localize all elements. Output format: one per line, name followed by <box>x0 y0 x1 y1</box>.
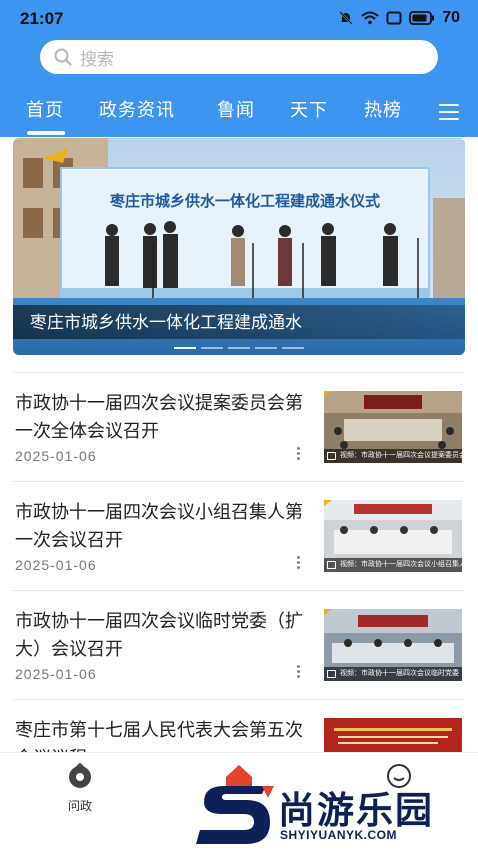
active-tab-indicator <box>27 131 65 135</box>
search-input[interactable]: 搜索 <box>40 40 438 74</box>
tab-world[interactable]: 天下 <box>290 96 328 122</box>
news-title: 市政协十一届四次会议提案委员会第一次全体会议召开 <box>15 393 303 441</box>
news-date: 2025-01-06 <box>15 448 97 464</box>
battery-level: 70 <box>442 9 460 26</box>
thumbnail-caption: 视频：市政协十一届四次会议提案委员会... <box>324 449 462 463</box>
carousel-dot <box>174 347 196 349</box>
status-time: 21:07 <box>20 9 64 28</box>
video-icon <box>327 561 336 569</box>
watermark-url: SHYIYUANYK.COM <box>280 828 398 842</box>
app-screen: 21:07 70 搜索 首页 政务资讯 鲁闻 天下 热榜 枣庄市城乡供水一体化工… <box>0 0 478 850</box>
video-icon <box>327 452 336 460</box>
nav-wenzheng[interactable]: 问政 <box>50 762 110 814</box>
carousel-dot <box>282 347 304 349</box>
banner-carousel[interactable]: 枣庄市城乡供水一体化工程建成通水仪式 枣庄市城乡供水一体化工程建成通水 <box>13 138 465 355</box>
menu-icon[interactable] <box>439 104 459 120</box>
watermark-logo <box>196 786 274 844</box>
more-options-icon[interactable] <box>293 663 303 683</box>
watermark-text: 尚游乐园 <box>278 790 434 831</box>
battery-icon <box>409 11 435 25</box>
nav-wenzheng-label: 问政 <box>67 799 92 813</box>
thumbnail-caption: 视频：市政协十一届四次会议临时党委（扩... <box>324 667 462 681</box>
carousel-dot <box>201 347 223 349</box>
more-options-icon[interactable] <box>293 445 303 465</box>
tab-home[interactable]: 首页 <box>26 96 64 122</box>
news-title: 市政协十一届四次会议临时党委（扩大）会议召开 <box>15 611 303 659</box>
news-thumbnail: 视频：市政协十一届四次会议小组召集人... <box>324 500 462 572</box>
banner-caption: 枣庄市城乡供水一体化工程建成通水 <box>30 313 302 332</box>
wifi-icon <box>361 11 379 25</box>
status-bar: 21:07 70 <box>0 0 478 38</box>
tab-bar: 首页 政务资讯 鲁闻 天下 热榜 <box>0 96 478 130</box>
news-thumbnail: 视频：市政协十一届四次会议提案委员会... <box>324 391 462 463</box>
status-icons: 70 <box>338 9 460 27</box>
carousel-indicators <box>13 347 465 349</box>
search-placeholder: 搜索 <box>80 49 114 69</box>
news-date: 2025-01-06 <box>15 557 97 573</box>
news-item[interactable]: 市政协十一届四次会议临时党委（扩大）会议召开 2025-01-06 视频：市政协… <box>13 590 465 698</box>
news-title: 市政协十一届四次会议小组召集人第一次会议召开 <box>15 502 303 550</box>
tab-government-news[interactable]: 政务资讯 <box>99 96 175 122</box>
video-icon <box>327 670 336 678</box>
svg-text:枣庄市城乡供水一体化工程建成通水仪式: 枣庄市城乡供水一体化工程建成通水仪式 <box>109 192 380 210</box>
mute-icon <box>339 11 354 25</box>
news-item[interactable]: 市政协十一届四次会议小组召集人第一次会议召开 2025-01-06 视频：市政协… <box>13 481 465 589</box>
site-watermark: 尚游乐园 SHYIYUANYK.COM <box>196 780 478 850</box>
news-date: 2025-01-06 <box>15 666 97 682</box>
tab-hot-list[interactable]: 热榜 <box>364 96 402 122</box>
news-thumbnail: 视频：市政协十一届四次会议临时党委（扩... <box>324 609 462 681</box>
news-item[interactable]: 市政协十一届四次会议提案委员会第一次全体会议召开 2025-01-06 视频：市… <box>13 372 465 480</box>
wenzheng-icon <box>69 762 91 788</box>
carousel-dot <box>228 347 250 349</box>
screen-icon <box>386 11 402 25</box>
header: 21:07 70 搜索 首页 政务资讯 鲁闻 天下 热榜 <box>0 0 478 137</box>
carousel-dot <box>255 347 277 349</box>
more-options-icon[interactable] <box>293 554 303 574</box>
tab-shandong-news[interactable]: 鲁闻 <box>217 96 255 122</box>
search-icon <box>54 48 72 66</box>
thumbnail-caption: 视频：市政协十一届四次会议小组召集人... <box>324 558 462 572</box>
